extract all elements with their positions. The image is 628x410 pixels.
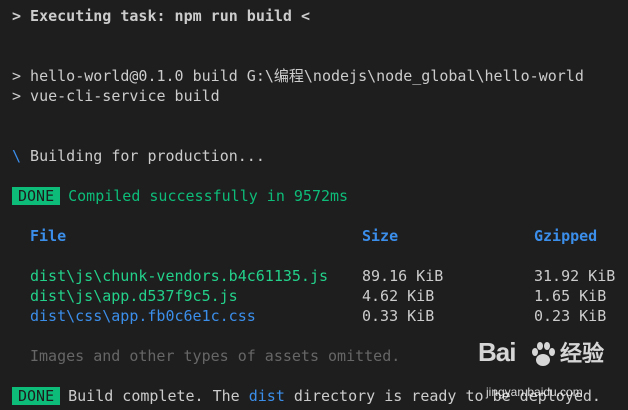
done-badge: DONE [12,387,61,405]
table-header-gzipped: Gzipped [534,227,598,245]
table-row-size: 0.33 KiB [362,307,435,325]
table-row-size: 4.62 KiB [362,287,435,305]
complete-prefix: Build complete. The [68,387,249,405]
table-row-size: 89.16 KiB [362,267,444,285]
baidu-jingyan-watermark: Bai 经验 jingyan.baidu.com [478,338,606,404]
watermark-jingyan-text: 经验 [560,341,605,366]
command-line-build: > hello-world@0.1.0 build G:\编程\nodejs\n… [12,67,584,85]
task-line: > Executing task: npm run build < [12,7,311,25]
terminal-panel[interactable]: > Executing task: npm run build < > hell… [0,0,628,410]
done-badge: DONE [12,187,61,205]
table-row-gzipped: 31.92 KiB [534,267,616,285]
watermark-url: jingyan.baidu.com [486,385,583,399]
table-row-file: dist\js\app.d537f9c5.js [30,287,238,305]
table-row-file: dist\css\app.fb0c6e1c.css [30,307,256,325]
compiled-text: Compiled successfully in 9572ms [68,187,349,205]
building-text: Building for production... [21,147,265,165]
table-row-gzipped: 1.65 KiB [534,287,607,305]
table-header-size: Size [362,227,399,245]
table-row-file: dist\js\chunk-vendors.b4c61135.js [30,267,329,285]
watermark-logo-text: Bai [478,337,516,367]
building-line: \ Building for production... [12,146,265,166]
table-header-file: File [30,227,67,245]
assets-omitted-note: Images and other types of assets omitted… [30,347,401,365]
paw-icon [532,342,555,366]
command-line-vue-cli: > vue-cli-service build [12,87,220,105]
dist-directory-name: dist [248,387,285,405]
compiled-line: DONE Compiled successfully in 9572ms [12,186,348,206]
table-row-gzipped: 0.23 KiB [534,307,607,325]
spinner-icon: \ [12,147,22,165]
